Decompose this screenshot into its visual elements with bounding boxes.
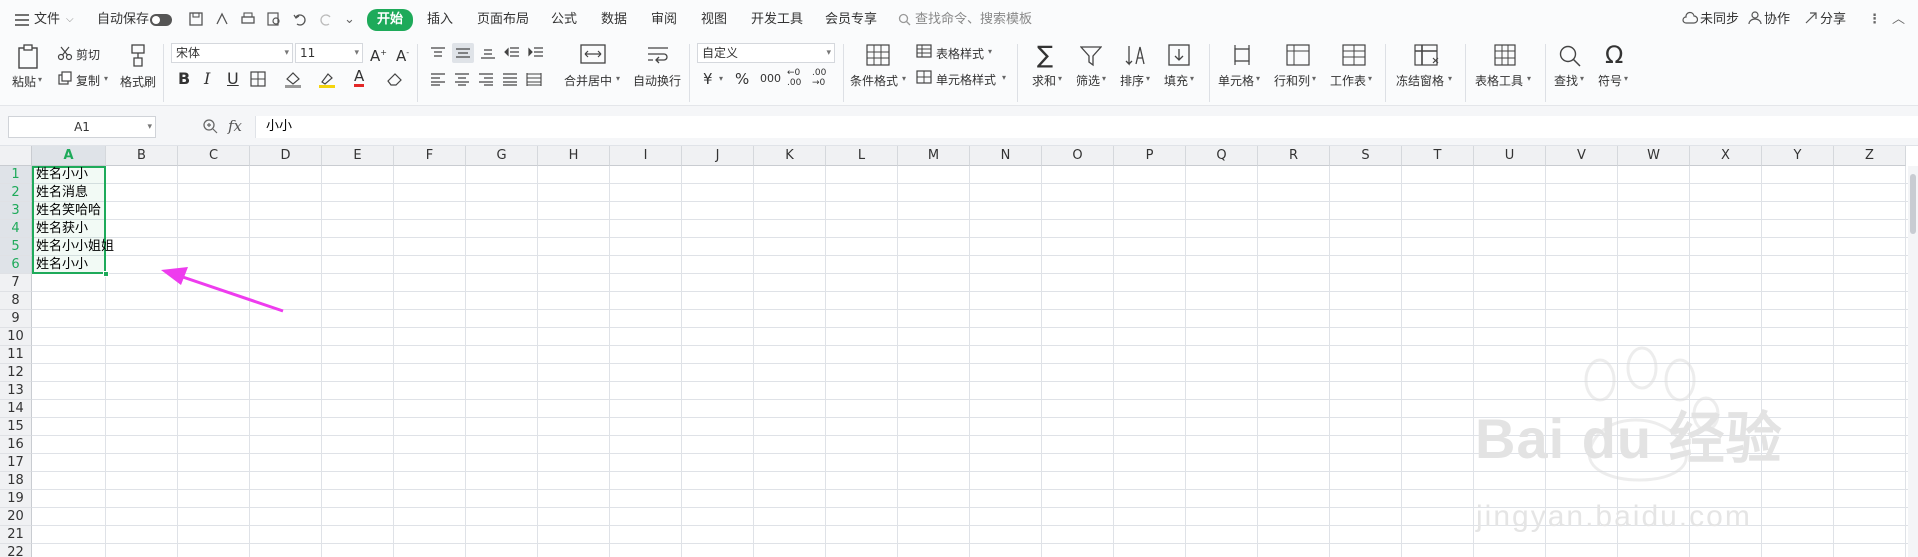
arrow-annotation [161, 267, 284, 313]
